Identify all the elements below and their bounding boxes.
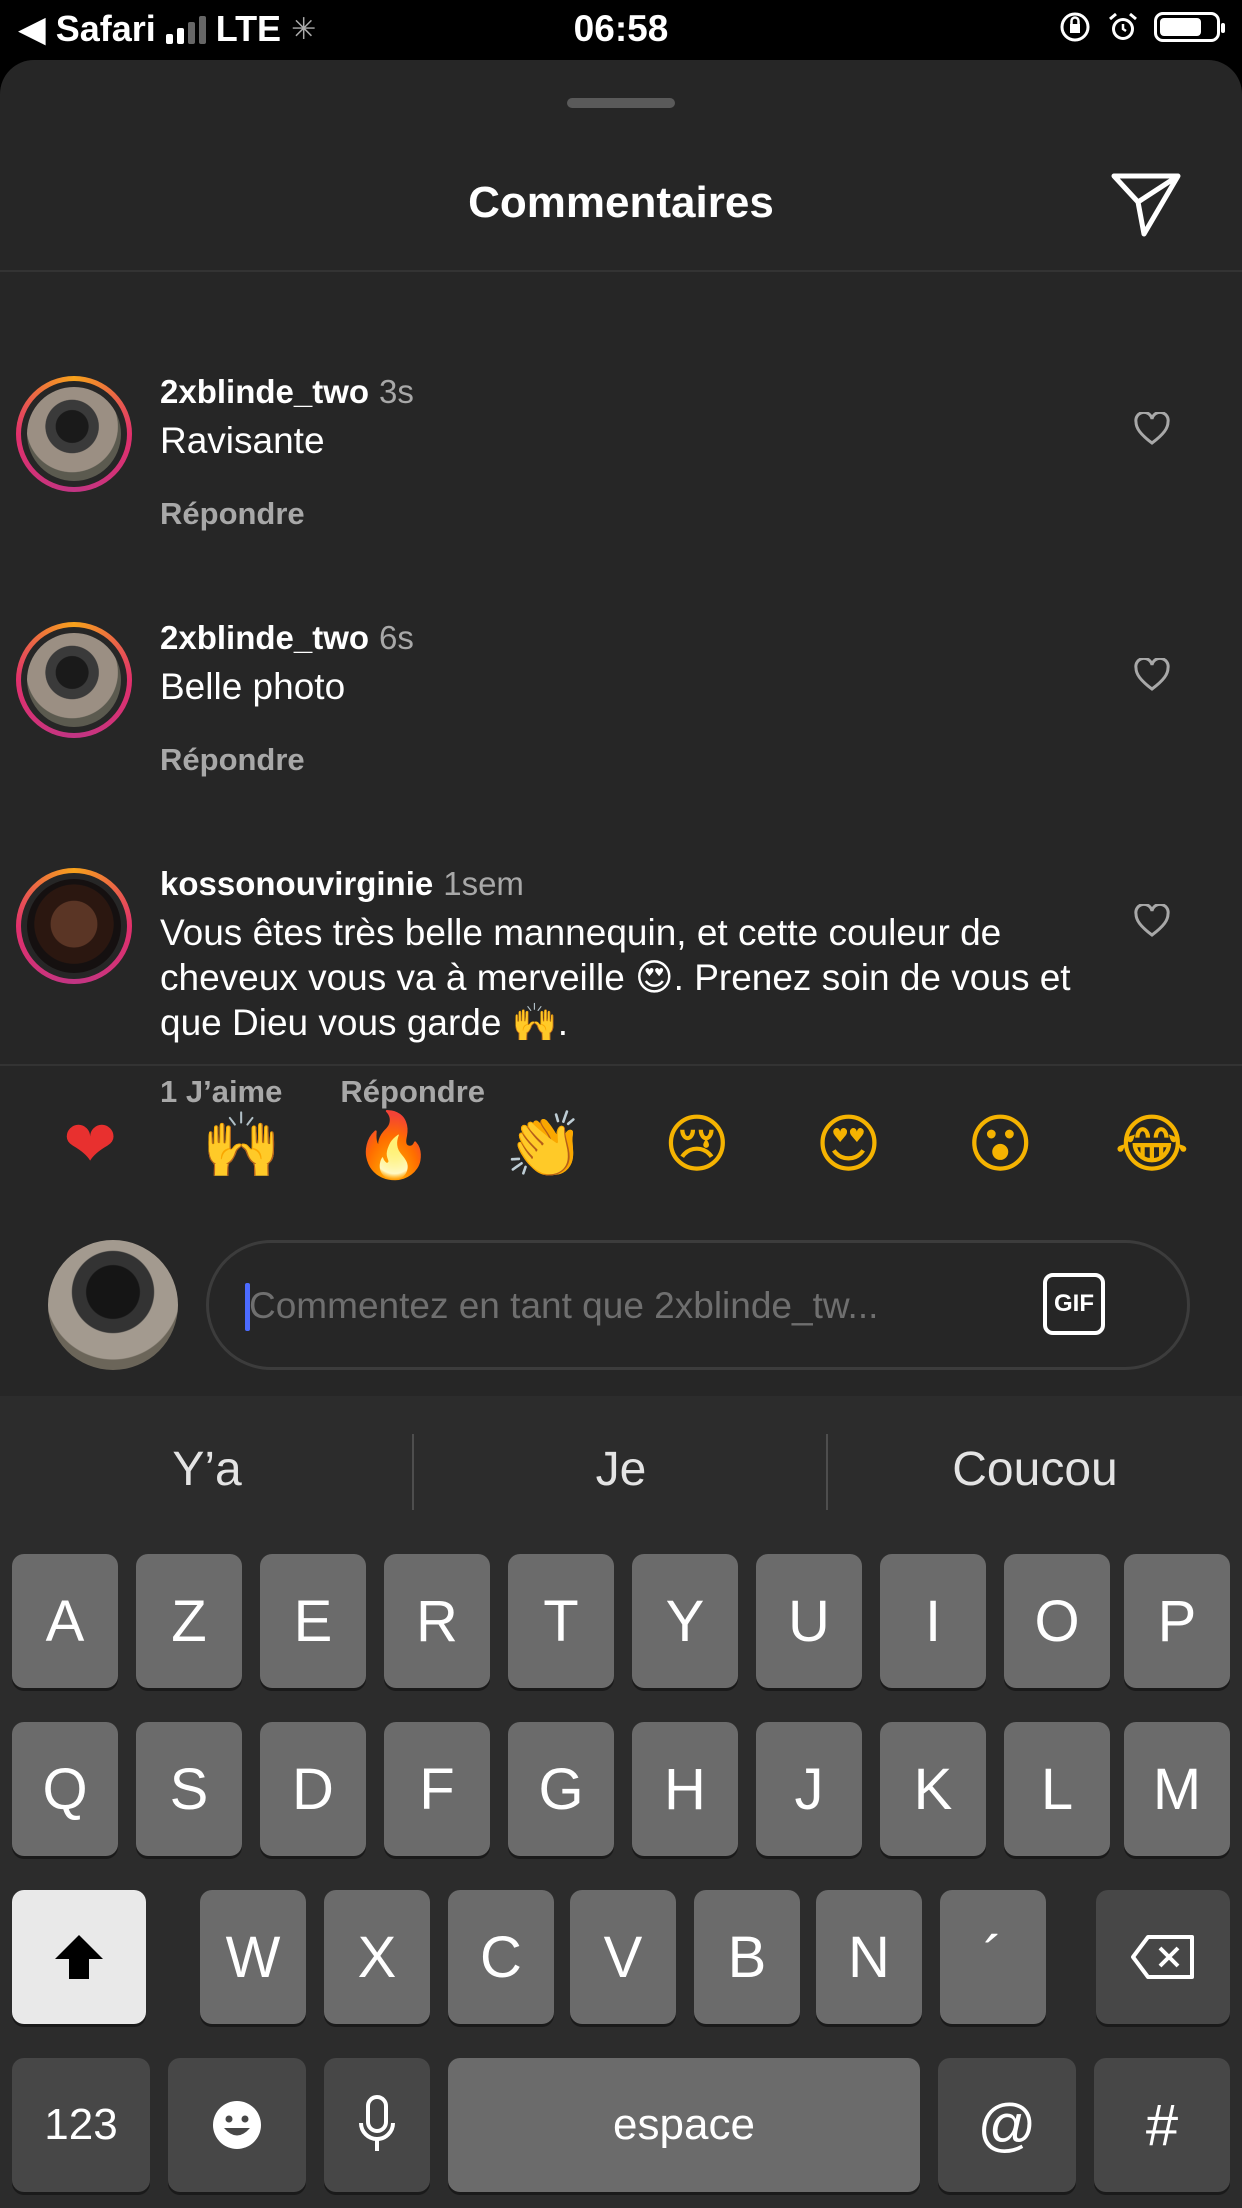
backspace-key[interactable] (1096, 1890, 1230, 2024)
gif-button[interactable]: GIF (1043, 1273, 1105, 1335)
key[interactable]: L (1004, 1722, 1110, 1856)
suggestion-bar: Y’a Je Coucou (0, 1396, 1242, 1546)
key[interactable]: K (880, 1722, 986, 1856)
like-heart-icon[interactable] (1134, 904, 1170, 938)
key[interactable]: A (12, 1554, 118, 1688)
shift-arrow-icon (55, 1935, 103, 1979)
status-time: 06:58 (573, 8, 669, 49)
like-heart-icon[interactable] (1134, 658, 1170, 692)
orientation-lock-icon (1060, 12, 1090, 42)
send-icon[interactable] (1108, 170, 1184, 240)
key[interactable]: S (136, 1722, 242, 1856)
comments-sheet: Commentaires 2xblinde_two 3s Ravisante Ré… (0, 60, 1242, 1396)
key[interactable]: T (508, 1554, 614, 1688)
comment-username[interactable]: 2xblinde_two 6s (160, 619, 414, 657)
key[interactable]: F (384, 1722, 490, 1856)
alarm-icon (1109, 12, 1137, 40)
emoji-surprised-button[interactable]: 😮 (960, 1108, 1040, 1183)
battery-icon (1154, 12, 1225, 42)
comment-text: Belle photo (160, 666, 346, 707)
avatar[interactable] (16, 622, 132, 738)
emoji-raised-hands-button[interactable]: 🙌 (202, 1108, 282, 1183)
emoji-bar-divider (0, 1064, 1242, 1066)
key[interactable]: ´ (940, 1890, 1046, 2024)
reply-button[interactable]: Répondre (160, 742, 305, 778)
key[interactable]: M (1124, 1722, 1230, 1856)
suggestion-item[interactable]: Y’a (0, 1442, 414, 1497)
reply-button[interactable]: Répondre (340, 1074, 485, 1110)
current-user-avatar (48, 1240, 178, 1370)
comment-time: 1sem (443, 865, 524, 902)
emoji-key[interactable] (168, 2058, 306, 2192)
key[interactable]: B (694, 1890, 800, 2024)
dictation-key[interactable] (324, 2058, 430, 2192)
space-key[interactable]: espace (448, 2058, 920, 2192)
header-divider (0, 270, 1242, 272)
comment-actions: Répondre (160, 742, 305, 778)
emoji-laughing-button[interactable]: 😂 (1112, 1108, 1192, 1183)
avatar[interactable] (16, 868, 132, 984)
backspace-icon (1131, 1935, 1194, 1979)
key[interactable]: V (570, 1890, 676, 2024)
key[interactable]: C (448, 1890, 554, 2024)
sheet-grabber-handle[interactable] (567, 98, 675, 108)
like-heart-icon[interactable] (1134, 412, 1170, 446)
status-right (1058, 10, 1225, 44)
comment-username[interactable]: 2xblinde_two 3s (160, 373, 414, 411)
comment-time: 3s (379, 373, 414, 410)
comment-time: 6s (379, 619, 414, 656)
numbers-key[interactable]: 123 (12, 2058, 150, 2192)
suggestion-item[interactable]: Je (414, 1442, 828, 1497)
likes-count-link[interactable]: 1 J’aime (160, 1074, 282, 1110)
key[interactable]: Q (12, 1722, 118, 1856)
comment-input-placeholder: Commentez en tant que 2xblinde_tw... (249, 1285, 879, 1326)
suggestion-item[interactable]: Coucou (828, 1442, 1242, 1497)
key[interactable]: E (260, 1554, 366, 1688)
keyboard: Y’a Je Coucou A Z E R T Y U I O P Q S D … (0, 1396, 1242, 2208)
avatar[interactable] (16, 376, 132, 492)
emoji-heart-button[interactable]: ❤ (50, 1108, 130, 1183)
comment-text: Vous êtes très belle mannequin, et cette… (160, 912, 1071, 1043)
sheet-title: Commentaires (468, 178, 774, 227)
comment-username[interactable]: kossonouvirginie 1sem (160, 865, 524, 903)
shift-key[interactable] (12, 1890, 146, 2024)
key[interactable]: O (1004, 1554, 1110, 1688)
key[interactable]: U (756, 1554, 862, 1688)
microphone-icon (359, 2095, 395, 2151)
key[interactable]: I (880, 1554, 986, 1688)
key[interactable]: Z (136, 1554, 242, 1688)
quick-emoji-bar: ❤ 🙌 🔥 👏 😢 😍 😮 😂 (0, 1108, 1242, 1183)
reply-button[interactable]: Répondre (160, 496, 305, 532)
key[interactable]: H (632, 1722, 738, 1856)
emoji-crying-button[interactable]: 😢 (657, 1108, 737, 1183)
key[interactable]: J (756, 1722, 862, 1856)
key[interactable]: P (1124, 1554, 1230, 1688)
at-key[interactable]: @ (938, 2058, 1076, 2192)
emoji-heart-eyes-button[interactable]: 😍 (809, 1108, 889, 1183)
comment-actions: 1 J’aime Répondre (160, 1074, 485, 1110)
comment-input[interactable]: Commentez en tant que 2xblinde_tw... GIF (206, 1240, 1190, 1370)
key[interactable]: X (324, 1890, 430, 2024)
hash-key[interactable]: # (1094, 2058, 1230, 2192)
comment-text: Ravisante (160, 420, 325, 461)
key[interactable]: W (200, 1890, 306, 2024)
key[interactable]: R (384, 1554, 490, 1688)
comment-actions: Répondre (160, 496, 305, 532)
status-bar: ◀ Safari LTE ✳ 06:58 (0, 0, 1242, 60)
key[interactable]: D (260, 1722, 366, 1856)
emoji-fire-button[interactable]: 🔥 (353, 1108, 434, 1183)
emoji-clapping-button[interactable]: 👏 (505, 1108, 585, 1183)
key[interactable]: G (508, 1722, 614, 1856)
key[interactable]: N (816, 1890, 922, 2024)
key[interactable]: Y (632, 1554, 738, 1688)
emoji-face-icon (213, 2101, 261, 2149)
